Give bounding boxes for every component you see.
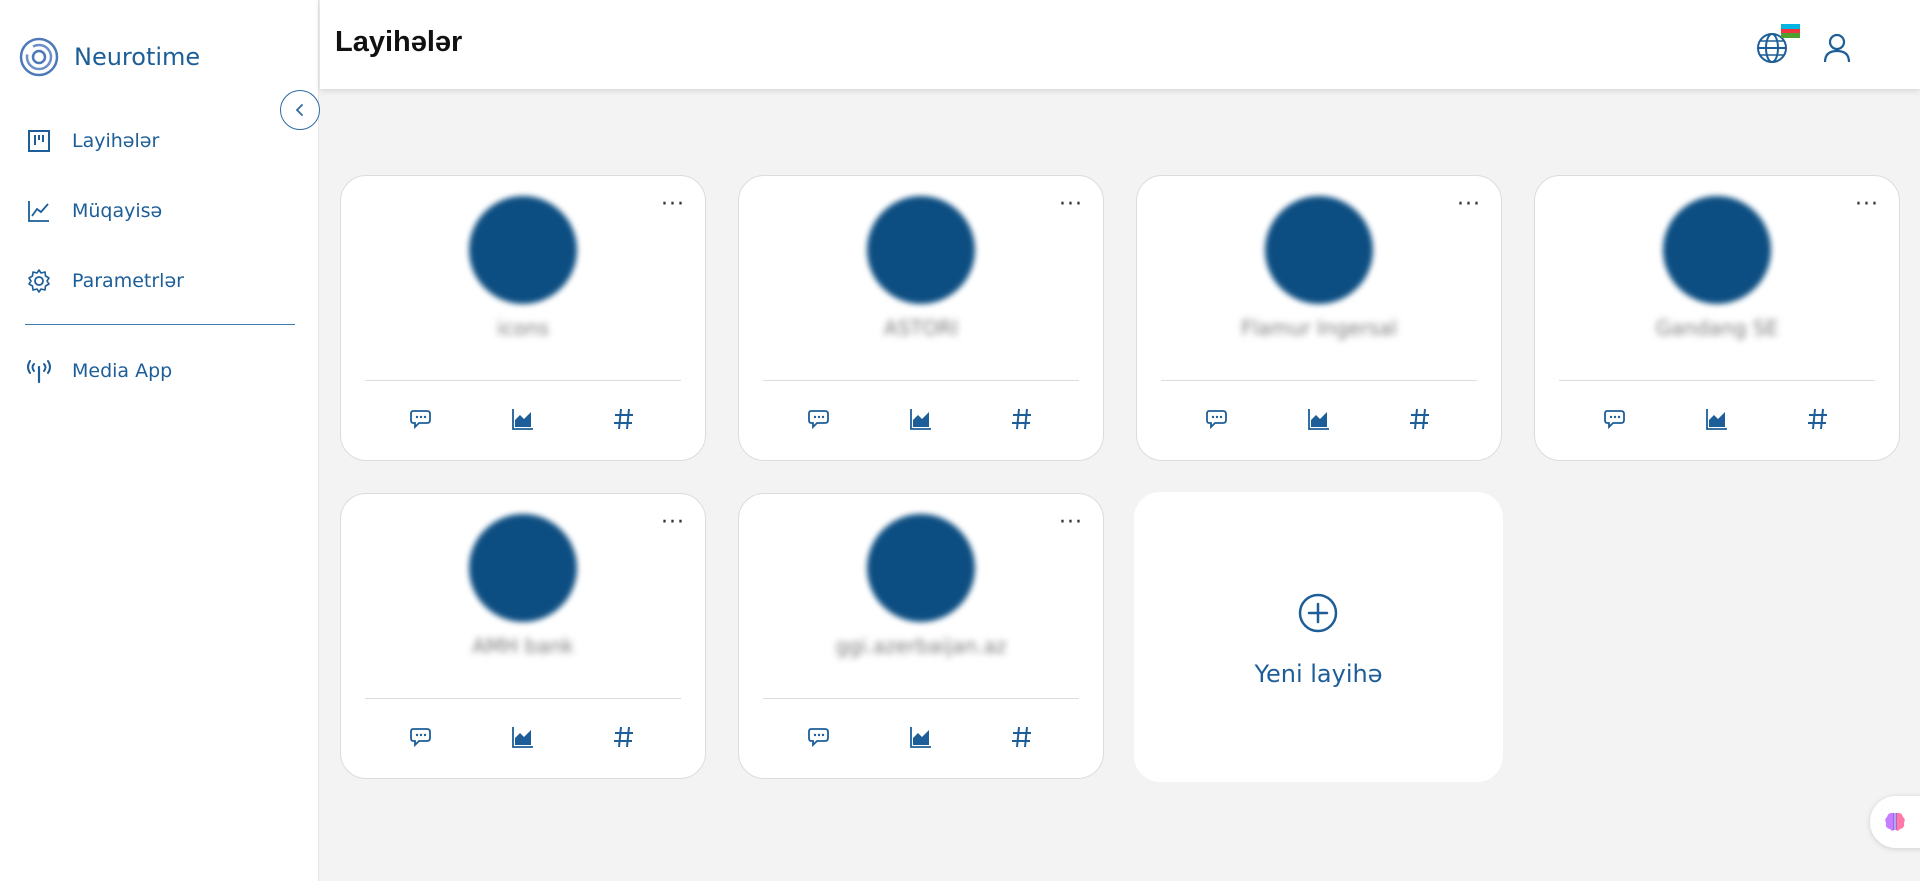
sidebar-item-label: Layihələr [72,130,160,152]
sidebar: Neurotime Layihələr Müqayisə Parametrlər [0,0,320,881]
project-card[interactable]: ··· ggi.azerbaijan.az [738,493,1104,779]
neurotime-logo-icon [19,37,59,77]
top-header: Layihələr [320,0,1920,89]
project-card[interactable]: ··· icons [340,175,706,461]
area-chart-icon[interactable] [510,724,536,750]
project-name: Gandang SE [1655,316,1779,340]
project-name: Flamur Ingersal [1240,316,1398,340]
project-avatar [867,196,975,304]
gear-icon [28,269,50,293]
broadcast-antenna-icon [27,360,51,384]
sidebar-divider [25,324,295,325]
chevron-left-icon [295,104,303,116]
project-avatar [1265,196,1373,304]
area-chart-icon[interactable] [510,406,536,432]
card-divider [365,380,681,381]
hashtag-icon[interactable] [1009,724,1035,750]
area-chart-icon[interactable] [908,406,934,432]
new-project-card[interactable]: Yeni layihə [1134,492,1503,782]
project-card[interactable]: ··· Gandang SE [1534,175,1900,461]
project-card[interactable]: ··· AMH bank [340,493,706,779]
card-actions [739,724,1103,750]
chat-bubbles-icon[interactable] [1603,406,1629,432]
project-avatar [469,514,577,622]
ai-assistant-button[interactable] [1870,796,1920,848]
card-actions [341,724,705,750]
card-divider [763,380,1079,381]
chat-bubbles-icon[interactable] [409,724,435,750]
card-divider [365,698,681,699]
hashtag-icon[interactable] [1805,406,1831,432]
sidebar-item-media-app[interactable]: Media App [26,358,172,384]
plus-circle-icon [1298,593,1338,633]
project-card[interactable]: ··· ASTORI [738,175,1104,461]
card-divider [1559,380,1875,381]
sidebar-item-label: Müqayisə [72,200,163,222]
card-divider [763,698,1079,699]
kanban-board-icon [28,130,50,152]
sidebar-item-settings[interactable]: Parametrlər [26,268,184,294]
brain-icon [1885,812,1905,831]
chat-bubbles-icon[interactable] [1205,406,1231,432]
card-actions [1137,406,1501,432]
chat-bubbles-icon[interactable] [807,406,833,432]
more-options-button[interactable]: ··· [1059,192,1083,217]
project-name: ggi.azerbaijan.az [835,634,1007,658]
hashtag-icon[interactable] [611,406,637,432]
brand[interactable]: Neurotime [18,36,200,78]
card-actions [739,406,1103,432]
page-title: Layihələr [335,26,463,58]
more-options-button[interactable]: ··· [1059,510,1083,535]
more-options-button[interactable]: ··· [661,510,685,535]
sidebar-item-label: Media App [72,360,173,382]
line-chart-icon [28,201,49,222]
sidebar-item-label: Parametrlər [72,270,184,292]
area-chart-icon[interactable] [1306,406,1332,432]
card-actions [1535,406,1899,432]
chat-bubbles-icon[interactable] [409,406,435,432]
project-name: ASTORI [883,316,959,340]
card-divider [1161,380,1477,381]
sidebar-item-projects[interactable]: Layihələr [26,128,159,154]
collapse-sidebar-button[interactable] [280,90,320,130]
sidebar-item-compare[interactable]: Müqayisə [26,198,162,224]
project-name: AMH bank [472,634,574,658]
more-options-button[interactable]: ··· [661,192,685,217]
hashtag-icon[interactable] [1009,406,1035,432]
project-card[interactable]: ··· Flamur Ingersal [1136,175,1502,461]
hashtag-icon[interactable] [1407,406,1433,432]
area-chart-icon[interactable] [908,724,934,750]
project-name: icons [497,316,549,340]
area-chart-icon[interactable] [1704,406,1730,432]
card-actions [341,406,705,432]
hashtag-icon[interactable] [611,724,637,750]
new-project-label: Yeni layihə [1254,660,1383,688]
project-avatar [1663,196,1771,304]
chat-bubbles-icon[interactable] [807,724,833,750]
user-icon[interactable] [1820,31,1854,65]
more-options-button[interactable]: ··· [1855,192,1879,217]
more-options-button[interactable]: ··· [1457,192,1481,217]
brand-name: Neurotime [74,43,201,71]
azerbaijan-flag-icon [1781,24,1800,39]
project-avatar [867,514,975,622]
project-avatar [469,196,577,304]
